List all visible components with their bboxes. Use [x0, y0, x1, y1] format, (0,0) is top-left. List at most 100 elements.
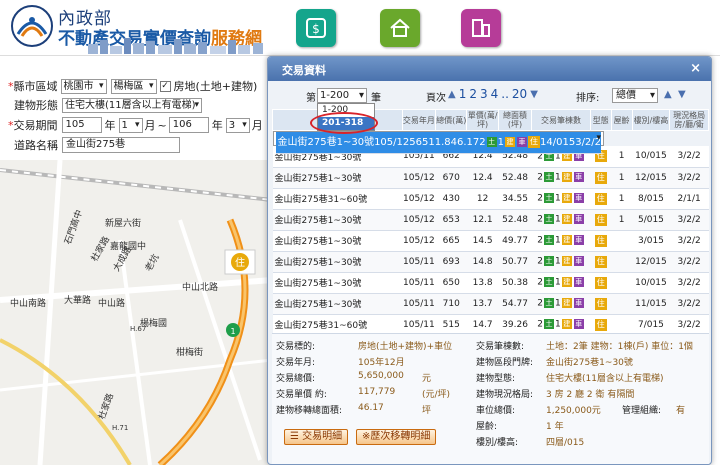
next-page-icon[interactable]: ▼	[530, 89, 538, 100]
detail-label: 交易標的:	[276, 342, 316, 352]
start-year-input[interactable]: 105	[61, 117, 102, 133]
cell-floor: 3/015	[632, 230, 670, 252]
building-tag-icon: 建	[561, 235, 572, 246]
detail-value: 117,779	[358, 387, 396, 397]
cell-counts: 2土1建車	[479, 132, 528, 154]
building-search-button[interactable]	[461, 9, 501, 47]
building-tag-icon: 建	[561, 172, 572, 183]
price-search-icon: $	[306, 18, 326, 38]
page-link[interactable]: 4	[491, 87, 499, 101]
cell-unit-price: 12.1	[466, 209, 499, 231]
map-canvas[interactable]: 住 1 新屋六街 嘉龍國中 石門高中 大成路 杜家路 中山北路 中山南路 大華路…	[0, 160, 272, 465]
col-header[interactable]: 總價(萬)	[435, 109, 468, 131]
range-select[interactable]: 1-200	[317, 88, 367, 103]
map-view[interactable]: 住 1 新屋六街 嘉龍國中 石門高中 大成路 杜家路 中山北路 中山南路 大華路…	[0, 160, 272, 465]
sort-asc-icon[interactable]: ▲	[664, 89, 672, 100]
cell-layout: 3/2/2	[669, 314, 709, 336]
detail-value: 3 房 2 廳 2 衛 有隔間	[546, 390, 635, 400]
county-select[interactable]: 桃園市	[60, 78, 107, 94]
building-icon	[472, 19, 490, 37]
residential-icon: 住	[594, 171, 607, 184]
cell-date: 105/12	[402, 209, 436, 231]
table-row[interactable]: 金山街275巷1~30號 105/12 565 11.8 46.17 2 土 1 建車住 1 4/0…	[272, 131, 605, 154]
col-header[interactable]: 交易年月	[401, 109, 437, 131]
sort-select[interactable]: 總價	[612, 88, 658, 103]
detail-label: 建物型態:	[476, 374, 516, 384]
house-icon	[390, 18, 410, 37]
cell-age: 1	[611, 167, 633, 189]
cell-layout: 3/2/2	[669, 293, 709, 315]
table-row[interactable]: 金山街275巷1~30號 105/11 710 13.7 54.77 2 土 1 建車住 11/0…	[272, 293, 709, 315]
detail-label: 交易年月:	[276, 358, 316, 368]
page-link[interactable]: 20	[512, 87, 527, 101]
map-label: H.67	[130, 325, 146, 333]
col-header[interactable]: 現況格局房/廳/衛	[669, 109, 709, 131]
cell-address: 金山街275巷1~30號	[272, 251, 403, 273]
page-label: 頁次	[426, 93, 446, 104]
range-prefix: 第	[306, 93, 316, 104]
col-header[interactable]: 屋齡	[610, 109, 633, 131]
col-header[interactable]: 總面積(坪)	[497, 109, 533, 131]
end-month-select[interactable]: 3	[225, 117, 250, 133]
house-search-button[interactable]	[380, 9, 420, 47]
page-link[interactable]: 1	[459, 87, 467, 101]
cell-area: 50.77	[498, 251, 532, 273]
building-tag-icon: 建	[505, 136, 515, 147]
col-header[interactable]: 樓別/樓高	[631, 109, 671, 131]
table-row[interactable]: 金山街275巷1~30號 105/11 693 14.8 50.77 2 土 1 建車住 12/0…	[272, 251, 709, 273]
parking-icon: 車	[573, 172, 584, 183]
prev-page-icon[interactable]: ▲	[448, 89, 456, 100]
col-header[interactable]: 交易筆棟數	[531, 109, 591, 131]
cell-unit-price: 14.8	[466, 251, 499, 273]
page-link[interactable]: 3	[480, 87, 488, 101]
building-type-select[interactable]: 住宅大樓(11層含以上有電梯)	[62, 97, 202, 113]
table-row[interactable]: 金山街275巷1~30號 105/12 665 14.5 49.77 2 土 1 建車住 3/01…	[272, 230, 709, 252]
detail-value: 1,250,000元	[546, 406, 601, 416]
detail-label: 建物區段門牌:	[476, 358, 534, 368]
building-tag-icon: 建	[561, 298, 572, 309]
cell-floor: 11/015	[632, 293, 670, 315]
table-row[interactable]: 金山街275巷1~30號 105/12 670 12.4 52.48 2 土 1 建車住 1 12/…	[272, 167, 709, 189]
detail-value: 四層/015	[546, 438, 585, 448]
cell-unit-price: 13.8	[466, 272, 499, 294]
cell-total: 670	[435, 167, 467, 189]
price-search-button[interactable]: $	[296, 9, 336, 47]
ministry-logo-icon	[11, 5, 53, 47]
end-year-input[interactable]: 106	[168, 117, 209, 133]
table-row[interactable]: 金山街275巷31~60號 105/12 430 12 34.55 2 土 1 建車住 1 8/01…	[272, 188, 709, 210]
site-header: 內政部 不動產交易實價查詢服務網 $	[0, 0, 720, 56]
close-icon[interactable]: ×	[690, 61, 701, 76]
land-icon: 土	[544, 277, 555, 288]
cell-total: 693	[435, 251, 467, 273]
road-input[interactable]: 金山街275巷	[62, 137, 180, 153]
transaction-table: 西區 交易年月 總價(萬) 單價(萬/坪) 總面積(坪) 交易筆棟數 型態 屋齡…	[272, 109, 709, 336]
land-icon: 土	[486, 136, 497, 147]
parking-icon: 車	[573, 277, 584, 288]
cell-address: 金山街275巷31~60號	[272, 188, 403, 210]
table-row[interactable]: 金山街275巷1~30號 105/11 650 13.8 50.38 2 土 1 建車住 10/0…	[272, 272, 709, 294]
residential-icon: 住	[594, 318, 607, 331]
cell-unit-price: 11.8	[428, 132, 451, 154]
start-month-select[interactable]: 1	[118, 117, 143, 133]
col-header[interactable]: 單價(萬/坪)	[466, 109, 499, 131]
page-link[interactable]: 2	[469, 87, 477, 101]
transaction-detail-button[interactable]: ☰ 交易明細	[284, 429, 349, 445]
map-label: H.71	[112, 424, 128, 432]
month-unit-end: 月	[251, 119, 263, 132]
land-icon: 土	[544, 256, 555, 267]
sort-desc-icon[interactable]: ▼	[678, 89, 686, 100]
cell-date: 105/11	[402, 251, 436, 273]
page-ellipsis: ..	[501, 87, 509, 101]
land-checkbox[interactable]: ✓	[159, 80, 171, 92]
table-row[interactable]: 金山街275巷1~30號 105/12 653 12.1 52.48 2 土 1 建車住 1 5/0…	[272, 209, 709, 231]
detail-unit: 元	[422, 374, 432, 384]
residential-icon: 住	[594, 255, 607, 268]
detail-label: 交易總價:	[276, 374, 316, 384]
col-header[interactable]: 型態	[589, 109, 612, 131]
transfer-history-button[interactable]: ※歷次移轉明細	[356, 429, 437, 445]
table-row[interactable]: 金山街275巷31~60號 105/11 515 14.7 39.26 2 土 1 建車住 7/0…	[272, 314, 709, 336]
map-label: 柑梅街	[176, 346, 203, 358]
cell-type: 住	[590, 209, 612, 231]
district-select[interactable]: 楊梅區	[110, 78, 157, 94]
cell-type: 住	[528, 132, 540, 154]
